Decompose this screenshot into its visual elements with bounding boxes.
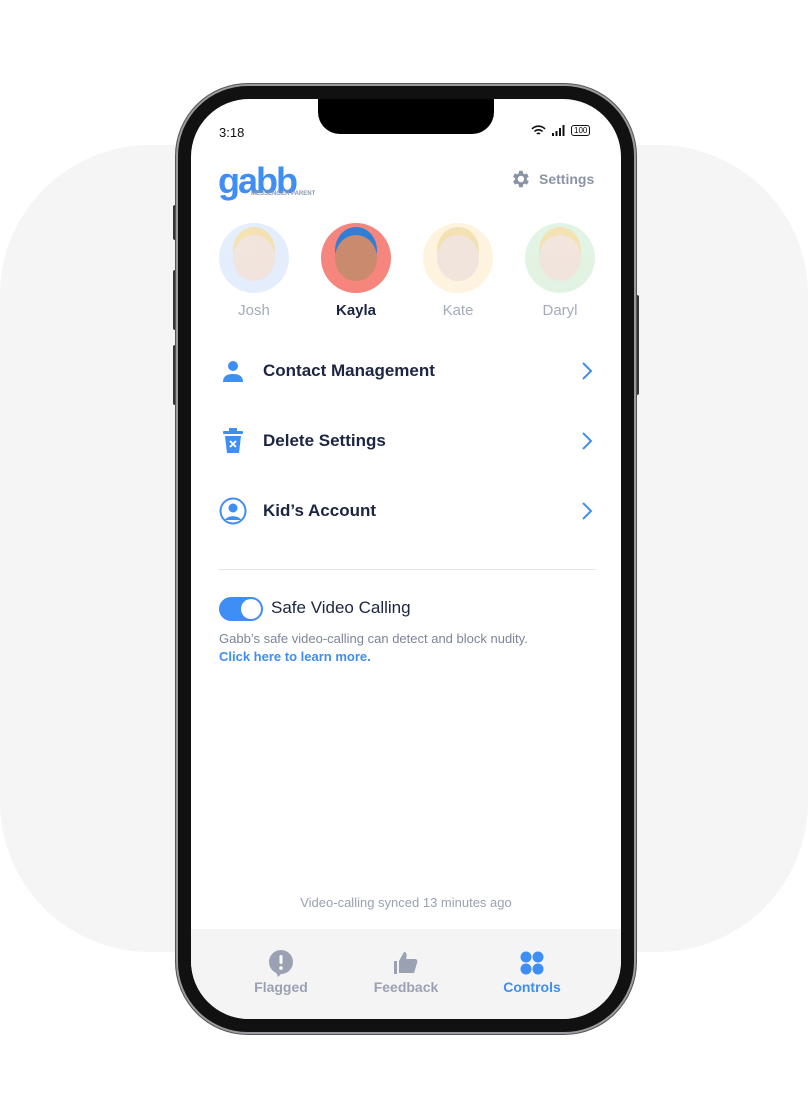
thumbs-up-icon — [356, 949, 456, 977]
safe-video-toggle[interactable] — [219, 597, 263, 621]
chevron-right-icon — [582, 432, 593, 450]
gear-icon — [513, 170, 529, 188]
kid-avatar-kayla[interactable] — [321, 223, 391, 293]
kid-avatar-kate[interactable] — [423, 223, 493, 293]
status-time: 3:18 — [219, 125, 245, 140]
toggle-knob — [241, 599, 261, 619]
menu-delete-settings[interactable]: Delete Settings — [219, 421, 593, 461]
signal-icon — [552, 125, 565, 136]
person-icon — [219, 357, 247, 385]
notch — [318, 99, 494, 134]
divider — [219, 569, 596, 570]
tab-label: Flagged — [254, 979, 308, 995]
alert-bubble-icon — [231, 949, 331, 977]
kid-avatar-daryl[interactable] — [525, 223, 595, 293]
kid-avatar-josh[interactable] — [219, 223, 289, 293]
tab-feedback[interactable]: Feedback — [356, 949, 456, 995]
menu-label: Contact Management — [263, 361, 435, 380]
safe-video-description: Gabb’s safe video-calling can detect and… — [219, 631, 528, 646]
kid-name: Josh — [238, 302, 270, 319]
chevron-right-icon — [582, 502, 593, 520]
settings-label: Settings — [539, 171, 595, 187]
avatar-face — [233, 235, 275, 281]
bottom-tab-bar: Flagged Feedback Controls — [191, 929, 621, 1019]
avatar-face — [437, 235, 479, 281]
kid-name: Kayla — [335, 302, 377, 319]
account-circle-icon — [219, 497, 247, 525]
sync-status: Video-calling synced 13 minutes ago — [300, 895, 512, 910]
grid-dots-icon — [482, 949, 582, 977]
menu-kids-account[interactable]: Kid’s Account — [219, 491, 593, 531]
safe-video-label: Safe Video Calling — [271, 598, 411, 617]
menu-label: Kid’s Account — [263, 501, 377, 520]
battery-icon: 100 — [571, 125, 591, 136]
kid-name: Kate — [442, 302, 474, 319]
avatar-face — [335, 235, 377, 281]
wifi-icon — [531, 125, 546, 135]
tab-label: Feedback — [373, 979, 439, 995]
menu-label: Delete Settings — [263, 431, 386, 450]
settings-button[interactable]: Settings — [509, 168, 594, 190]
trash-icon — [219, 427, 247, 455]
logo-subtitle: MESSENGER PARENT — [251, 191, 316, 197]
chevron-right-icon — [582, 362, 593, 380]
status-icons: 100 — [531, 125, 591, 136]
tab-flagged[interactable]: Flagged — [231, 949, 331, 995]
menu-contact-management[interactable]: Contact Management — [219, 351, 593, 391]
learn-more-link[interactable]: Click here to learn more. — [219, 649, 371, 664]
avatar-face — [539, 235, 581, 281]
phone-screen: 3:18 100 gabb MESSENGER PARENT Settings … — [191, 99, 621, 1019]
tab-controls[interactable]: Controls — [482, 949, 582, 995]
kid-name: Daryl — [542, 302, 578, 319]
tab-label: Controls — [503, 979, 561, 995]
